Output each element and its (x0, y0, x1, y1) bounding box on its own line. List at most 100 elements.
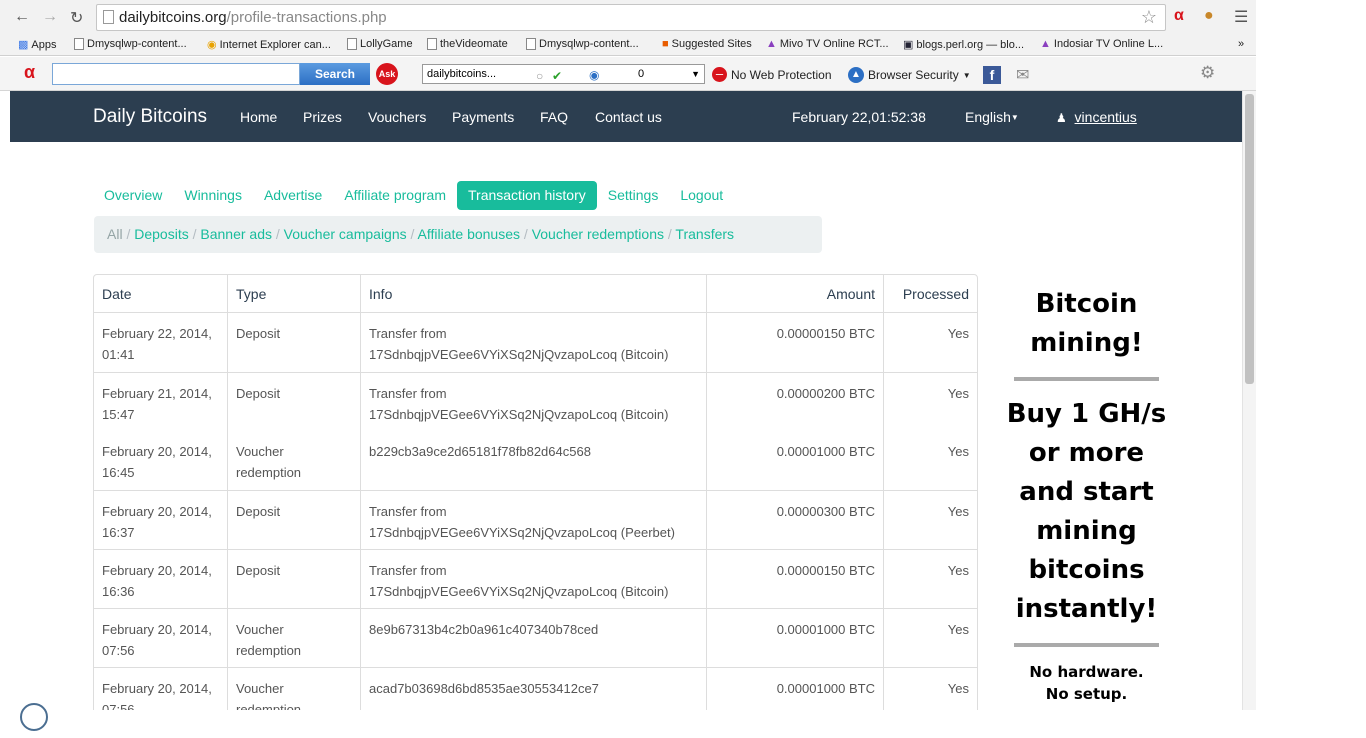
page-scrollbar[interactable] (1242, 91, 1256, 710)
cell-date: February 20, 2014, 16:37 (94, 490, 227, 549)
bitcoin-mining-ad[interactable]: Bitcoin mining! Buy 1 GH/s or more and s… (1004, 285, 1169, 705)
gear-icon[interactable]: ⚙ (1200, 63, 1215, 83)
blogs-icon: ▣ (903, 39, 914, 51)
cell-amount: 0.00000150 BTC (706, 313, 883, 372)
avira-logo-icon[interactable]: α (24, 62, 35, 83)
bookmark-apps[interactable]: ▩ Apps (18, 38, 56, 52)
ask-logo-icon[interactable]: Ask (376, 63, 398, 85)
browser-security-menu[interactable]: ▲ Browser Security ▼ (848, 67, 971, 83)
tab-affiliate-program[interactable]: Affiliate program (333, 181, 457, 210)
bookmark-item[interactable]: ■ Suggested Sites (662, 38, 752, 50)
nav-faq[interactable]: FAQ (540, 109, 568, 125)
shield-icon: ▲ (848, 67, 864, 83)
tab-settings[interactable]: Settings (597, 181, 670, 210)
filter-all[interactable]: All (107, 226, 123, 242)
filter-deposits[interactable]: Deposits (134, 226, 188, 242)
bookmark-item[interactable]: theVideomate (427, 38, 508, 50)
bookmark-item[interactable]: LollyGame (347, 38, 413, 50)
header-info: Info (360, 275, 706, 313)
cell-processed-line: Yes (947, 504, 969, 519)
cell-type-line: Deposit (236, 386, 281, 401)
avira-icon[interactable]: α (1174, 7, 1184, 25)
bookmark-label: LollyGame (360, 38, 413, 50)
chevron-down-icon[interactable]: ▼ (691, 65, 700, 83)
bookmark-item[interactable]: Dmysqlwp-content... (74, 38, 187, 50)
filter-voucher-redemptions[interactable]: Voucher redemptions (532, 226, 664, 242)
bookmark-item[interactable]: ◉ Internet Explorer can... (207, 38, 331, 52)
filter-affiliate-bonuses[interactable]: Affiliate bonuses (418, 226, 520, 242)
cell-info: Transfer from 17SdnbqjpVEGee6VYiXSq2NjQvz… (360, 372, 706, 431)
toolbar-search-button[interactable]: Search (300, 63, 370, 85)
cell-processed: Yes (883, 372, 977, 431)
cell-date-line: 15:47 (102, 407, 135, 422)
nav-payments[interactable]: Payments (452, 109, 514, 125)
cell-amount: 0.00001000 BTC (706, 667, 883, 710)
bookmark-item[interactable]: ▣ blogs.perl.org — blo... (903, 38, 1024, 52)
reload-icon[interactable]: ↻ (70, 8, 83, 28)
tab-advertise[interactable]: Advertise (253, 181, 333, 210)
nav-home[interactable]: Home (240, 109, 277, 125)
filter-voucher-campaigns[interactable]: Voucher campaigns (284, 226, 407, 242)
language-dropdown[interactable]: English▼ (965, 109, 1019, 125)
cell-info-line: 8e9b67313b4c2b0a961c407340b78ced (369, 622, 599, 637)
cell-date: February 22, 2014, 01:41 (94, 313, 227, 372)
bookmark-item[interactable]: ▲ Indosiar TV Online L... (1040, 38, 1163, 50)
cell-date: February 20, 2014, 07:56 (94, 608, 227, 667)
toolbar-site-combo[interactable]: dailybitcoins... ○ ✔ ◉ 0 ▼ (422, 64, 705, 84)
page-icon (526, 38, 536, 50)
bookmarks-more-button[interactable]: » (1238, 38, 1244, 50)
tab-transaction-history[interactable]: Transaction history (457, 181, 597, 210)
bookmark-item[interactable]: ▲ Mivo TV Online RCT... (766, 38, 889, 50)
mail-icon[interactable]: ✉ (1016, 65, 1029, 85)
filter-banner-ads[interactable]: Banner ads (200, 226, 272, 242)
menu-icon[interactable]: ☰ (1234, 7, 1248, 27)
bookmark-label: Mivo TV Online RCT... (779, 38, 889, 50)
cell-amount-line: 0.00001000 BTC (776, 622, 875, 637)
scrollbar-thumb[interactable] (1245, 94, 1254, 384)
cell-date-line: February 20, 2014, (102, 444, 212, 459)
back-icon[interactable]: ← (14, 8, 30, 26)
nav-vouchers[interactable]: Vouchers (368, 109, 426, 125)
nav-contact[interactable]: Contact us (595, 109, 662, 125)
cell-info-line: Transfer from (369, 504, 447, 519)
no-web-protection[interactable]: – No Web Protection (712, 67, 832, 82)
cell-processed: Yes (883, 667, 977, 710)
language-label: English (965, 109, 1011, 125)
bookmark-item[interactable]: Dmysqlwp-content... (526, 38, 639, 50)
bookmark-star-icon[interactable]: ☆ (1141, 5, 1157, 30)
cell-info: Transfer from 17SdnbqjpVEGee6VYiXSq2NjQvz… (360, 313, 706, 372)
bookmark-label: theVideomate (440, 38, 508, 50)
nav-prizes[interactable]: Prizes (303, 109, 342, 125)
cell-processed: Yes (883, 490, 977, 549)
server-datetime: February 22,01:52:38 (792, 109, 926, 125)
cell-info-line: 17SdnbqjpVEGee6VYiXSq2NjQvzapoLcoq (Bitc… (369, 584, 669, 599)
cell-type: Deposit (227, 313, 360, 372)
user-menu[interactable]: ♟ vincentius (1056, 109, 1137, 125)
cell-date: February 21, 2014, 15:47 (94, 372, 227, 431)
cell-amount-line: 0.00000150 BTC (776, 326, 875, 341)
cell-info-line: Transfer from (369, 326, 447, 341)
facebook-icon[interactable]: f (983, 66, 1001, 84)
ad-title-line: Bitcoin (1035, 289, 1138, 319)
floating-widget-icon[interactable] (20, 703, 48, 731)
address-bar[interactable]: dailybitcoins.org/profile-transactions.p… (96, 4, 1166, 31)
site-brand[interactable]: Daily Bitcoins (93, 106, 207, 128)
cell-type-line: Deposit (236, 504, 281, 519)
cell-processed-line: Yes (947, 444, 969, 459)
cell-date-line: February 21, 2014, (102, 386, 212, 401)
tab-winnings[interactable]: Winnings (173, 181, 253, 210)
cell-date: February 20, 2014, 16:36 (94, 549, 227, 608)
toolbar-search-input[interactable] (52, 63, 300, 85)
browser-window: ← → ↻ dailybitcoins.org/profile-transact… (0, 0, 1256, 710)
tab-logout[interactable]: Logout (669, 181, 734, 210)
forward-icon[interactable]: → (42, 8, 58, 26)
tab-overview[interactable]: Overview (93, 181, 173, 210)
rating-icon: ○ (536, 69, 544, 83)
bookmark-label: Internet Explorer can... (219, 38, 331, 51)
cookie-icon[interactable]: ● (1204, 7, 1214, 25)
page-icon (347, 38, 357, 50)
user-icon: ♟ (1056, 111, 1067, 125)
cell-type-line: redemption (236, 702, 302, 710)
cell-date-line: 07:56 (102, 643, 135, 658)
filter-transfers[interactable]: Transfers (675, 226, 734, 242)
